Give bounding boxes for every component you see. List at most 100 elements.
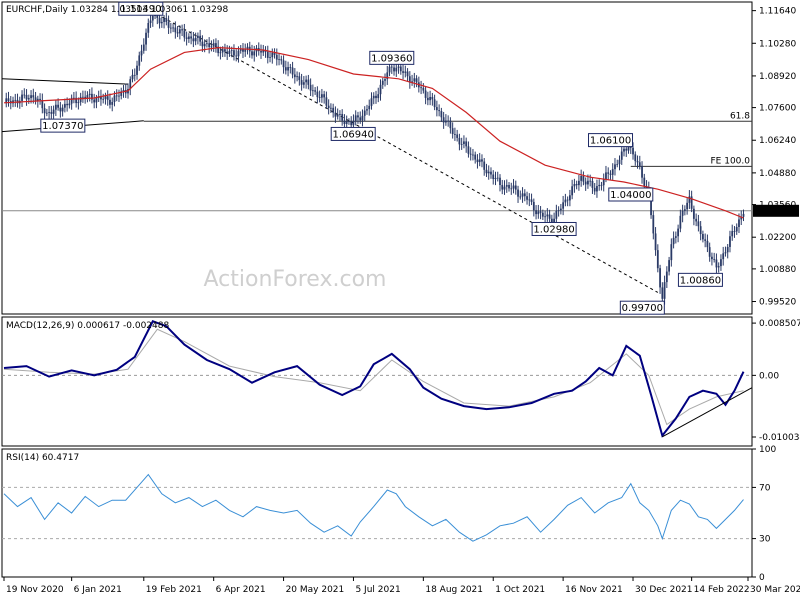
- candle-body: [623, 148, 625, 152]
- candle-body: [395, 67, 398, 72]
- candle-body: [63, 103, 66, 108]
- price-annotation: 1.07370: [40, 118, 86, 133]
- candle-body: [357, 115, 359, 118]
- candle-body: [341, 113, 344, 121]
- candle-body: [706, 240, 709, 248]
- candle-body: [677, 228, 680, 237]
- candle-body: [702, 234, 704, 240]
- candle-body: [57, 104, 60, 108]
- rsi-tick-label: 70: [759, 483, 771, 493]
- candle-body: [704, 239, 707, 241]
- candle-body: [176, 32, 179, 34]
- candle-body: [332, 107, 335, 113]
- candle-body: [440, 111, 443, 118]
- candle-body: [226, 51, 229, 54]
- candle-body: [325, 97, 328, 106]
- candle-body: [215, 43, 217, 47]
- candle-body: [174, 27, 177, 33]
- candle-body: [733, 231, 736, 232]
- candle-body: [469, 153, 472, 155]
- candle-body: [208, 43, 211, 47]
- candle-body: [77, 102, 80, 104]
- candle-body: [366, 109, 368, 111]
- candle-body: [679, 215, 682, 229]
- candle-body: [656, 250, 659, 269]
- candle-body: [420, 87, 422, 89]
- candle-body: [605, 172, 607, 179]
- price-tick-label: 1.11640: [759, 7, 796, 17]
- candle-body: [568, 195, 571, 201]
- candle-body: [544, 216, 546, 218]
- candle-body: [190, 36, 193, 39]
- fib-61-8-label: 61.8: [730, 111, 750, 121]
- candle-body: [52, 109, 55, 114]
- candle-body: [472, 154, 474, 156]
- annotation-label: 1.06100: [590, 136, 631, 147]
- annotation-label: 0.99700: [622, 303, 663, 314]
- candle-body: [82, 96, 84, 98]
- fe-100-label: FE 100.0: [711, 156, 751, 166]
- candle-body: [478, 159, 481, 163]
- candle-body: [375, 95, 377, 99]
- candle-body: [681, 210, 684, 216]
- candle-body: [318, 97, 321, 98]
- candle-body: [508, 185, 510, 189]
- candle-body: [731, 231, 734, 237]
- x-tick-label: 20 May 2021: [286, 585, 345, 595]
- candle-body: [431, 96, 434, 100]
- price-annotation: 1.06100: [588, 133, 634, 148]
- candle-body: [145, 32, 147, 45]
- price-tick-label: 1.06240: [759, 136, 796, 146]
- candle-body: [614, 164, 616, 170]
- candle-body: [598, 184, 601, 187]
- x-tick-label: 30 Dec 2021: [635, 585, 693, 595]
- candle-body: [587, 180, 589, 185]
- candle-body: [735, 227, 738, 232]
- candle-body: [147, 23, 150, 33]
- candle-body: [354, 115, 357, 121]
- macd-tick-label: -0.010034: [759, 433, 800, 443]
- candle-body: [663, 282, 666, 299]
- candle-body: [307, 79, 310, 85]
- candle-body: [715, 259, 718, 268]
- candle-body: [151, 15, 154, 21]
- candle-body: [388, 66, 391, 73]
- candle-body: [244, 49, 247, 52]
- pane-frame-1: [1, 316, 753, 447]
- candle-body: [717, 266, 720, 268]
- candle-body: [345, 121, 348, 124]
- candle-body: [302, 82, 305, 85]
- candle-body: [269, 57, 271, 58]
- candle-body: [111, 101, 114, 105]
- candle-body: [86, 95, 89, 99]
- chart-root: 1.11640 1.10280 1.08920 1.07600 1.06240 1.048…: [0, 0, 800, 600]
- candle-body: [683, 209, 686, 211]
- price-annotation: 1.06940: [330, 126, 376, 141]
- candle-body: [424, 90, 427, 98]
- candle-body: [314, 90, 317, 92]
- candle-body: [426, 97, 429, 101]
- candle-body: [541, 212, 544, 217]
- candle-body: [699, 226, 702, 235]
- candle-body: [88, 93, 91, 96]
- rsi-title: RSI(14) 60.4717: [6, 453, 79, 463]
- candle-body: [402, 71, 404, 73]
- x-tick-label: 6 Apr 2021: [216, 585, 266, 595]
- candle-body: [14, 99, 17, 101]
- rsi-tick-label: 30: [759, 535, 771, 545]
- candle-body: [458, 137, 461, 145]
- candle-body: [172, 27, 174, 29]
- annotation-label: 1.09360: [371, 53, 412, 64]
- candle-body: [48, 112, 50, 113]
- candle-body: [510, 188, 513, 190]
- candle-body: [210, 46, 213, 48]
- candle-body: [199, 35, 202, 42]
- candle-body: [203, 43, 206, 47]
- candle-body: [487, 171, 490, 174]
- pane-frame-2: [1, 448, 753, 578]
- candle-body: [30, 95, 32, 99]
- candle-body: [600, 184, 603, 186]
- candle-body: [343, 120, 346, 124]
- candle-body: [535, 210, 537, 215]
- candle-body: [451, 128, 454, 135]
